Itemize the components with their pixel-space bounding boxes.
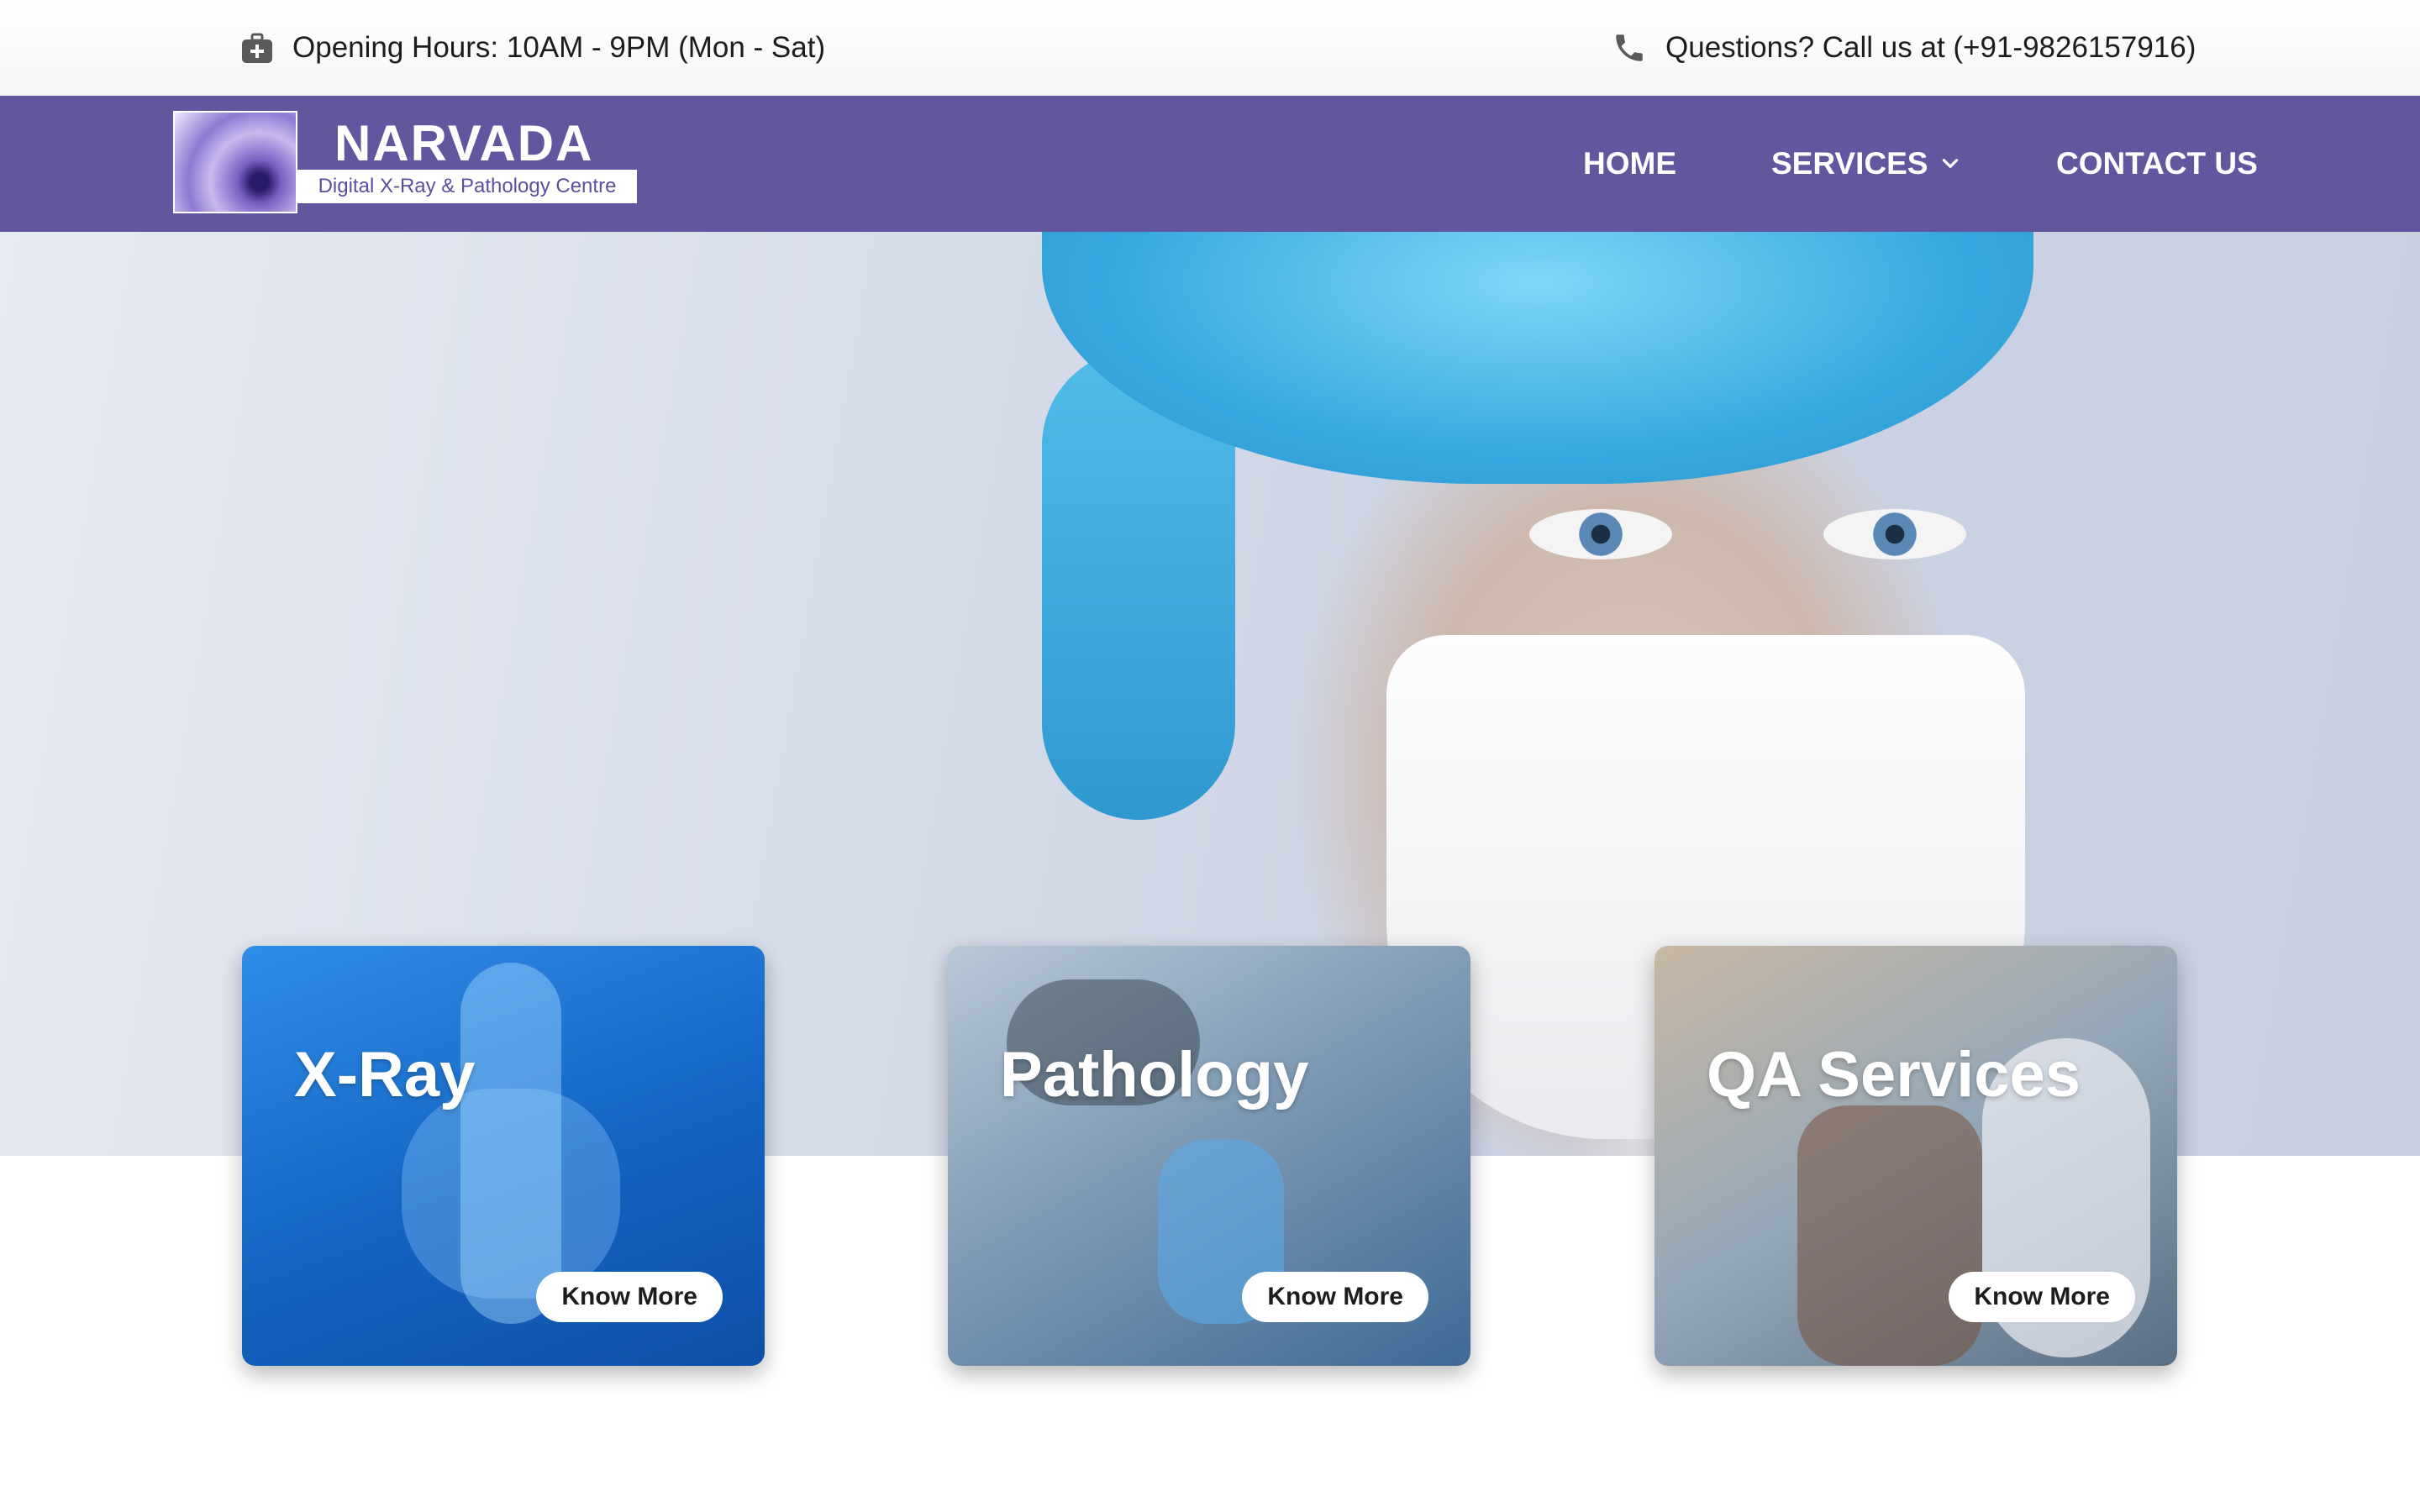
flower-logo-icon: [173, 111, 297, 213]
service-card-xray[interactable]: X-Ray Know More: [242, 946, 765, 1366]
opening-hours: Opening Hours: 10AM - 9PM (Mon - Sat): [240, 25, 825, 71]
xray-image-spine: [460, 963, 561, 1324]
service-card-pathology[interactable]: Pathology Know More: [948, 946, 1470, 1366]
opening-hours-text: Opening Hours: 10AM - 9PM (Mon - Sat): [292, 31, 826, 64]
know-more-button[interactable]: Know More: [1949, 1272, 2135, 1322]
nav-contact[interactable]: CONTACT US: [2056, 96, 2258, 232]
first-aid-kit-icon: [240, 31, 274, 65]
qa-image-child: [1797, 1105, 1982, 1366]
brand-tagline: Digital X-Ray & Pathology Centre: [297, 170, 637, 203]
site-logo[interactable]: NARVADA Digital X-Ray & Pathology Centre: [173, 111, 637, 217]
hero-image-eye-left: [1529, 509, 1672, 559]
chevron-down-icon[interactable]: [1939, 146, 1961, 181]
nav-services[interactable]: SERVICES: [1771, 96, 1961, 232]
nav-home[interactable]: HOME: [1583, 96, 1676, 232]
know-more-button[interactable]: Know More: [536, 1272, 723, 1322]
brand-name: NARVADA: [334, 115, 594, 171]
card-title: QA Services: [1707, 1039, 2081, 1110]
nav-contact-label[interactable]: CONTACT US: [2056, 146, 2258, 181]
service-card-qa-services[interactable]: QA Services Know More: [1655, 946, 2177, 1366]
top-info-bar: Opening Hours: 10AM - 9PM (Mon - Sat) Qu…: [0, 0, 2420, 96]
hero-image-eye-right: [1823, 509, 1966, 559]
card-title: X-Ray: [294, 1039, 476, 1110]
phone-icon: [1612, 30, 1647, 66]
nav-services-label[interactable]: SERVICES: [1771, 146, 1928, 181]
main-navbar: NARVADA Digital X-Ray & Pathology Centre…: [0, 96, 2420, 232]
know-more-button[interactable]: Know More: [1242, 1272, 1428, 1322]
contact-phone[interactable]: Questions? Call us at (+91-9826157916): [1612, 25, 2196, 71]
nav-home-label[interactable]: HOME: [1583, 146, 1676, 181]
card-title: Pathology: [1000, 1039, 1309, 1110]
logo-text: NARVADA Digital X-Ray & Pathology Centre: [297, 111, 637, 217]
phone-text[interactable]: Questions? Call us at (+91-9826157916): [1665, 31, 2196, 65]
